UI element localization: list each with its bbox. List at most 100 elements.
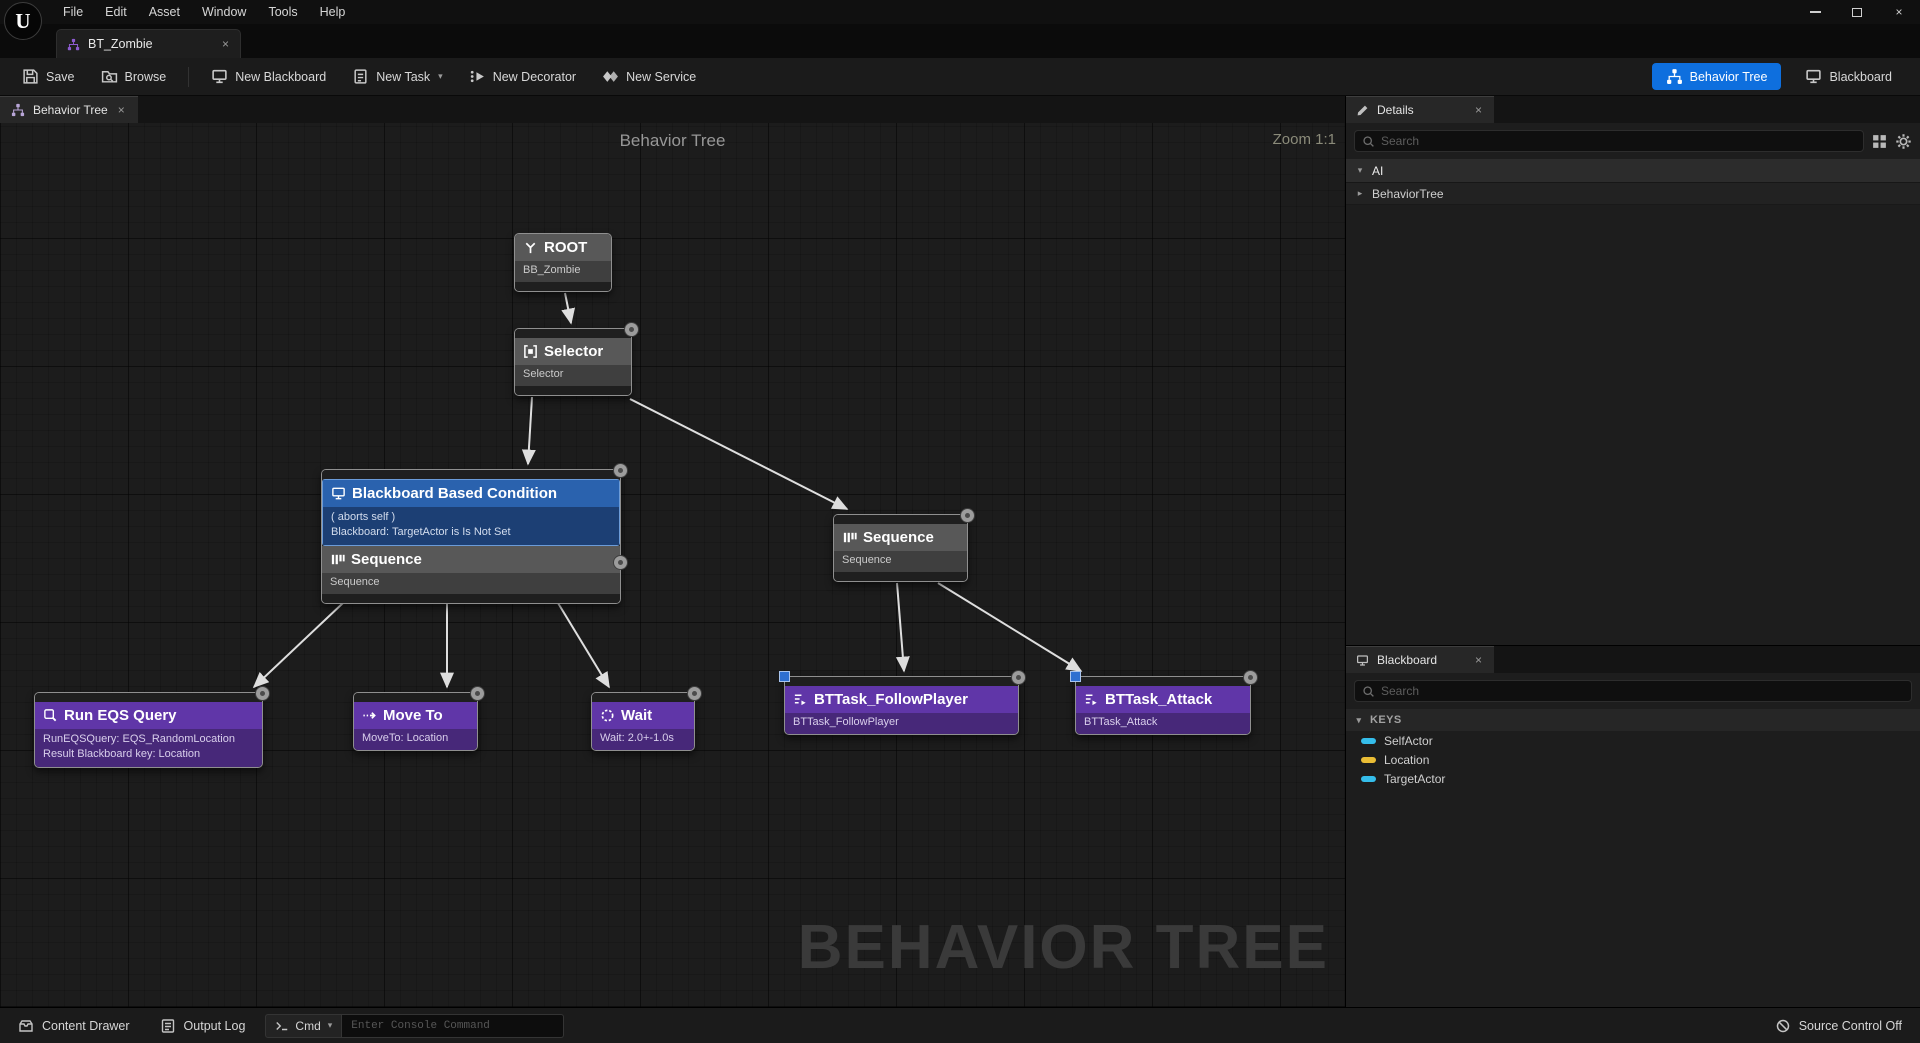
unreal-logo-icon[interactable]: U — [4, 2, 42, 40]
blackboard-keys-header[interactable]: ▾ KEYS — [1346, 709, 1920, 731]
info-badge-icon[interactable] — [960, 508, 975, 523]
expand-down-icon: ▾ — [1357, 165, 1363, 175]
mode-behavior-tree-button[interactable]: Behavior Tree — [1651, 63, 1782, 90]
decorator-title-row: Blackboard Based Condition — [323, 480, 619, 507]
node-bttask-attack[interactable]: BTTask_Attack BTTask_Attack — [1070, 670, 1258, 735]
node-sequence-title: Sequence — [351, 551, 422, 568]
graph-watermark: BEHAVIOR TREE — [797, 913, 1329, 982]
node-condition-output-pin[interactable] — [322, 594, 620, 603]
node-blackboard-condition-sequence[interactable]: Blackboard Based Condition ( aborts self… — [321, 463, 628, 604]
behavior-tree-icon — [1666, 69, 1682, 84]
info-badge-icon[interactable] — [255, 686, 270, 701]
details-category-ai-label: AI — [1372, 163, 1384, 178]
new-blackboard-label: New Blackboard — [235, 69, 327, 84]
branch-icon — [525, 242, 536, 254]
new-decorator-button[interactable]: New Decorator — [459, 62, 586, 91]
decorator-blackboard-based-condition[interactable]: Blackboard Based Condition ( aborts self… — [322, 479, 620, 546]
mode-behavior-tree-label: Behavior Tree — [1689, 69, 1768, 84]
blackboard-tabbar: Blackboard × — [1346, 646, 1920, 673]
info-badge-icon[interactable] — [1243, 670, 1258, 685]
blackboard-key-targetactor[interactable]: TargetActor — [1346, 769, 1920, 788]
node-moveto-input-pin[interactable] — [354, 693, 477, 702]
node-selector[interactable]: Selector Selector — [514, 322, 639, 396]
cmd-dropdown-button[interactable]: Cmd ▾ — [265, 1013, 343, 1038]
blackboard-icon — [332, 487, 345, 500]
info-badge-icon[interactable] — [624, 322, 639, 337]
node-follow-title: BTTask_FollowPlayer — [814, 691, 968, 708]
new-service-button[interactable]: New Service — [592, 62, 706, 91]
node-root-subtitle: BB_Zombie — [515, 261, 611, 282]
graph-tab-behavior-tree[interactable]: Behavior Tree × — [0, 96, 138, 123]
graph-canvas[interactable]: Behavior Tree Zoom 1:1 BEHAVIOR TREE ROO… — [0, 123, 1345, 1007]
node-eqs-input-pin[interactable] — [35, 693, 262, 702]
node-follow-input-pin[interactable] — [785, 677, 1018, 686]
window-controls: × — [1794, 0, 1920, 24]
node-sequence2-input-pin[interactable] — [834, 515, 967, 524]
node-selector-output-pin[interactable] — [515, 386, 631, 395]
node-condition-input-pin[interactable] — [322, 470, 620, 479]
graph-tab-close-icon[interactable]: × — [116, 103, 127, 117]
node-move-to[interactable]: Move To MoveTo: Location — [353, 686, 485, 751]
save-button[interactable]: Save — [12, 62, 85, 91]
info-badge-icon[interactable] — [613, 555, 628, 570]
details-search-input[interactable] — [1381, 134, 1856, 148]
decorator-icon — [470, 70, 484, 83]
tab-close-icon[interactable]: × — [220, 37, 231, 51]
tab-details[interactable]: Details × — [1346, 96, 1494, 123]
decorator-aborts-line: ( aborts self ) — [331, 511, 396, 523]
blackboard-search-box[interactable] — [1354, 680, 1912, 702]
blackboard-tab-close-icon[interactable]: × — [1473, 653, 1484, 667]
display-filter-icon[interactable] — [1871, 133, 1888, 150]
menu-help[interactable]: Help — [309, 0, 357, 24]
details-search-box[interactable] — [1354, 130, 1864, 152]
details-category-ai[interactable]: ▾ AI — [1346, 159, 1920, 183]
new-task-button[interactable]: New Task ▾ — [342, 62, 453, 91]
node-root-output-pin[interactable] — [515, 282, 611, 291]
info-badge-icon[interactable] — [613, 463, 628, 478]
save-icon — [23, 69, 38, 84]
mode-blackboard-button[interactable]: Blackboard — [1795, 62, 1902, 91]
details-row-behaviortree[interactable]: ▸ BehaviorTree — [1346, 183, 1920, 205]
eqs-query-icon — [44, 709, 57, 722]
info-badge-icon[interactable] — [1011, 670, 1026, 685]
blackboard-key-selfactor[interactable]: SelfActor — [1346, 731, 1920, 750]
tab-bt-zombie[interactable]: BT_Zombie × — [56, 29, 241, 58]
output-log-button[interactable]: Output Log — [150, 1013, 256, 1039]
blackboard-search-input[interactable] — [1381, 684, 1904, 698]
tab-blackboard[interactable]: Blackboard × — [1346, 646, 1494, 673]
node-eqs-query-line: RunEQSQuery: EQS_RandomLocation — [43, 733, 235, 745]
close-button[interactable]: × — [1878, 0, 1920, 24]
node-wait-input-pin[interactable] — [592, 693, 694, 702]
info-badge-icon[interactable] — [470, 686, 485, 701]
menu-tools[interactable]: Tools — [257, 0, 308, 24]
node-root[interactable]: ROOT BB_Zombie — [514, 233, 612, 292]
node-sequence[interactable]: Sequence Sequence — [833, 508, 975, 582]
graph-tab-label: Behavior Tree — [33, 103, 108, 117]
info-badge-icon[interactable] — [687, 686, 702, 701]
menu-window[interactable]: Window — [191, 0, 257, 24]
menu-asset[interactable]: Asset — [138, 0, 191, 24]
browse-button[interactable]: Browse — [91, 62, 177, 91]
asset-tab-label: BT_Zombie — [88, 37, 153, 51]
source-control-button[interactable]: Source Control Off — [1765, 1013, 1912, 1039]
node-selector-input-pin[interactable] — [515, 329, 631, 338]
menu-file[interactable]: File — [52, 0, 94, 24]
node-attack-input-pin[interactable] — [1076, 677, 1250, 686]
blackboard-key-location[interactable]: Location — [1346, 750, 1920, 769]
new-blackboard-button[interactable]: New Blackboard — [201, 62, 336, 91]
save-label: Save — [46, 69, 75, 84]
node-wait[interactable]: Wait Wait: 2.0+-1.0s — [591, 686, 702, 751]
console-command-input[interactable] — [342, 1013, 565, 1038]
node-run-eqs-query[interactable]: Run EQS Query RunEQSQuery: EQS_RandomLoc… — [34, 686, 270, 768]
menu-edit[interactable]: Edit — [94, 0, 138, 24]
node-bttask-followplayer[interactable]: BTTask_FollowPlayer BTTask_FollowPlayer — [779, 670, 1026, 735]
details-tab-close-icon[interactable]: × — [1473, 103, 1484, 117]
node-sequence2-output-pin[interactable] — [834, 572, 967, 581]
minimize-button[interactable] — [1794, 0, 1836, 24]
content-drawer-button[interactable]: Content Drawer — [8, 1013, 140, 1039]
decorator-title: Blackboard Based Condition — [352, 485, 558, 502]
node-moveto-title-row: Move To — [354, 702, 477, 729]
blackboard-tab-label: Blackboard — [1377, 653, 1438, 667]
maximize-button[interactable] — [1836, 0, 1878, 24]
settings-gear-icon[interactable] — [1895, 133, 1912, 150]
